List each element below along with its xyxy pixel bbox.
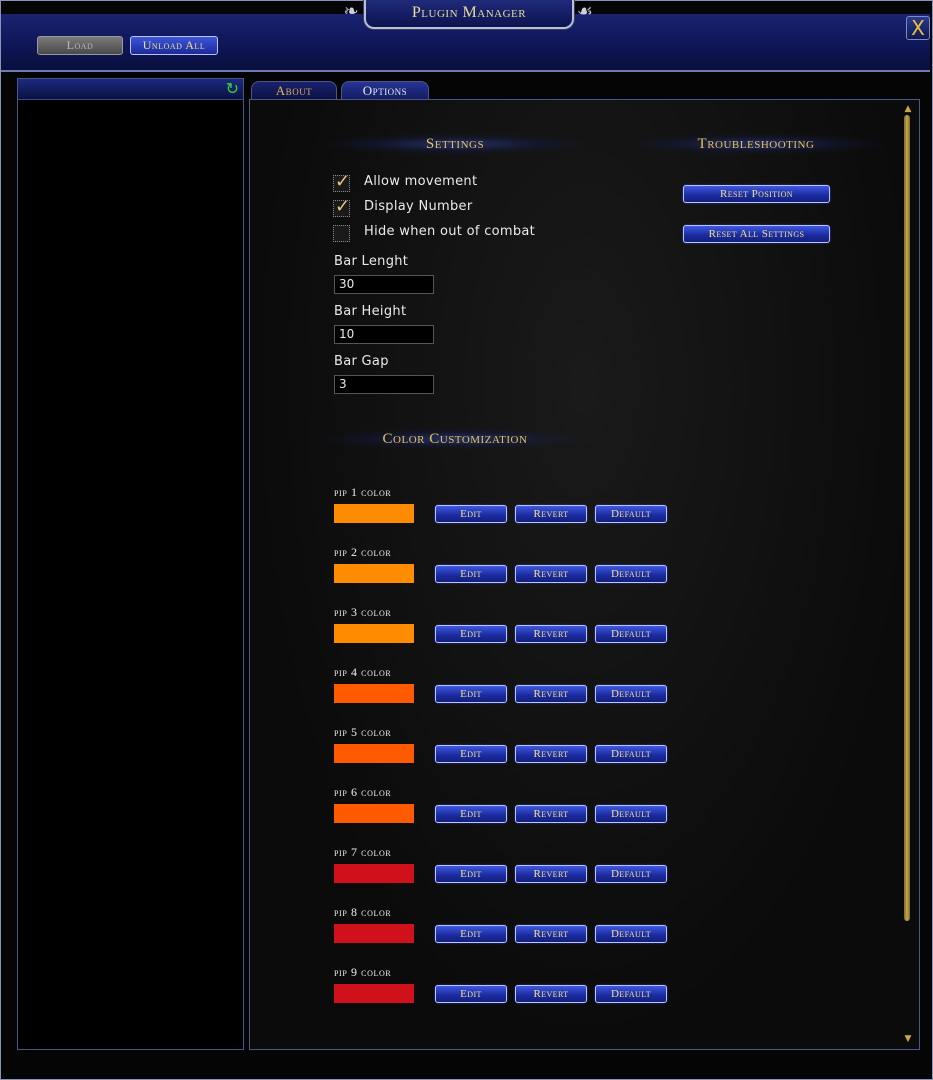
pip-4-default-button[interactable]: Default [595, 685, 667, 703]
unload-all-button[interactable]: Unload All [130, 36, 218, 55]
tab-about[interactable]: About [251, 81, 337, 100]
bar-gap-label: Bar Gap [334, 354, 389, 369]
settings-title: Settings [320, 133, 590, 155]
checkmark-icon: ✓ [335, 196, 351, 217]
pip-4-revert-button[interactable]: Revert [515, 685, 587, 703]
load-button[interactable]: Load [37, 36, 123, 55]
bar-height-input[interactable]: 10 [334, 325, 434, 344]
scroll-up-icon[interactable]: ▲ [903, 104, 913, 114]
pip-7-default-button[interactable]: Default [595, 865, 667, 883]
pip-8-edit-button[interactable]: Edit [435, 925, 507, 943]
pip-4-edit-button[interactable]: Edit [435, 685, 507, 703]
pip-7-revert-button[interactable]: Revert [515, 865, 587, 883]
pip-2-revert-button[interactable]: Revert [515, 565, 587, 583]
hide-out-of-combat-label: Hide when out of combat [364, 224, 536, 239]
pip-1-default-button[interactable]: Default [595, 505, 667, 523]
pip-3-revert-button[interactable]: Revert [515, 625, 587, 643]
pip-1-color-swatch [334, 504, 414, 523]
pip-9-revert-button[interactable]: Revert [515, 985, 587, 1003]
window-title: Plugin Manager [364, 0, 574, 29]
checkmark-icon: ✓ [335, 171, 351, 192]
pip-5-revert-button[interactable]: Revert [515, 745, 587, 763]
pip-9-color-swatch [334, 984, 414, 1003]
bar-length-input[interactable]: 30 [334, 275, 434, 294]
plugin-list-header: ↻ [18, 79, 243, 100]
pip-6-default-button[interactable]: Default [595, 805, 667, 823]
pip-6-color-label: pip 6 color [334, 785, 392, 799]
hide-out-of-combat-checkbox[interactable] [333, 225, 350, 242]
reset-all-settings-button[interactable]: Reset All Settings [683, 225, 830, 243]
pip-2-color-label: pip 2 color [334, 545, 392, 559]
pip-7-edit-button[interactable]: Edit [435, 865, 507, 883]
refresh-icon[interactable]: ↻ [226, 80, 239, 98]
pip-2-edit-button[interactable]: Edit [435, 565, 507, 583]
pip-9-color-label: pip 9 color [334, 965, 392, 979]
pip-7-color-label: pip 7 color [334, 845, 392, 859]
pip-6-color-swatch [334, 804, 414, 823]
title-ornament-left-icon: ❧ [343, 1, 359, 22]
pip-3-color-swatch [334, 624, 414, 643]
scroll-down-icon[interactable]: ▼ [903, 1034, 913, 1044]
pip-5-default-button[interactable]: Default [595, 745, 667, 763]
pip-2-default-button[interactable]: Default [595, 565, 667, 583]
display-number-label: Display Number [364, 199, 473, 214]
allow-movement-label: Allow movement [364, 174, 478, 189]
pip-4-color-label: pip 4 color [334, 665, 392, 679]
pip-3-edit-button[interactable]: Edit [435, 625, 507, 643]
pip-3-color-label: pip 3 color [334, 605, 392, 619]
pip-2-color-swatch [334, 564, 414, 583]
plugin-list-panel[interactable]: ↻ [17, 78, 244, 1050]
allow-movement-checkbox[interactable]: ✓ [333, 171, 351, 192]
pip-1-edit-button[interactable]: Edit [435, 505, 507, 523]
pip-1-color-label: pip 1 color [334, 485, 392, 499]
pip-8-default-button[interactable]: Default [595, 925, 667, 943]
pip-6-edit-button[interactable]: Edit [435, 805, 507, 823]
bar-gap-input[interactable]: 3 [334, 375, 434, 394]
pip-8-color-label: pip 8 color [334, 905, 392, 919]
pip-9-edit-button[interactable]: Edit [435, 985, 507, 1003]
bar-height-label: Bar Height [334, 304, 407, 319]
pip-6-revert-button[interactable]: Revert [515, 805, 587, 823]
pip-9-default-button[interactable]: Default [595, 985, 667, 1003]
color-customization-title: Color Customization [320, 428, 590, 450]
bar-length-label: Bar Lenght [334, 254, 409, 269]
pip-5-color-swatch [334, 744, 414, 763]
pip-5-edit-button[interactable]: Edit [435, 745, 507, 763]
reset-position-button[interactable]: Reset Position [683, 185, 830, 203]
close-button[interactable]: X [906, 16, 930, 40]
pip-7-color-swatch [334, 864, 414, 883]
tab-options[interactable]: Options [341, 81, 429, 100]
title-ornament-right-icon: ☙ [576, 1, 594, 22]
pip-3-default-button[interactable]: Default [595, 625, 667, 643]
pip-5-color-label: pip 5 color [334, 725, 392, 739]
pip-1-revert-button[interactable]: Revert [515, 505, 587, 523]
pip-8-color-swatch [334, 924, 414, 943]
troubleshooting-title: Troubleshooting [625, 133, 887, 155]
scrollbar[interactable] [904, 115, 910, 921]
pip-4-color-swatch [334, 684, 414, 703]
pip-8-revert-button[interactable]: Revert [515, 925, 587, 943]
display-number-checkbox[interactable]: ✓ [333, 196, 351, 217]
